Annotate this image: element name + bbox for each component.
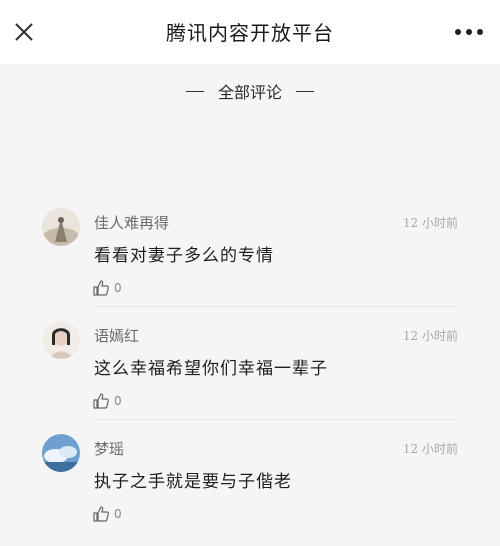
more-button[interactable] xyxy=(452,22,486,42)
comment-username[interactable]: 梦瑶 xyxy=(94,438,124,459)
comments-section-header: 全部评论 xyxy=(0,76,500,106)
avatar[interactable] xyxy=(42,321,80,359)
top-bar: 腾讯内容开放平台 xyxy=(0,0,500,64)
divider xyxy=(94,306,458,307)
like-button[interactable]: 0 xyxy=(92,504,122,524)
comment-content: 看看对妻子多么的专情 xyxy=(94,246,274,266)
avatar[interactable] xyxy=(42,434,80,472)
divider xyxy=(94,419,458,420)
like-button[interactable]: 0 xyxy=(92,278,122,298)
more-icon xyxy=(455,29,483,35)
like-count: 0 xyxy=(114,281,122,295)
page-title: 腾讯内容开放平台 xyxy=(166,21,334,45)
left-dash xyxy=(185,90,204,92)
avatar[interactable] xyxy=(42,208,80,246)
like-button[interactable]: 0 xyxy=(92,391,122,411)
comment-username[interactable]: 佳人难再得 xyxy=(94,212,169,233)
section-title: 全部评论 xyxy=(217,83,282,102)
thumbs-up-icon xyxy=(93,393,109,409)
comment-username[interactable]: 语嫣红 xyxy=(94,325,139,346)
thumbs-up-icon xyxy=(93,506,109,522)
comment-time: 12 小时前 xyxy=(402,442,458,456)
comment-content: 这么幸福希望你们幸福一辈子 xyxy=(94,359,328,379)
right-dash xyxy=(296,90,314,92)
comment-time: 12 小时前 xyxy=(402,329,458,343)
comment-content: 执子之手就是要与子偕老 xyxy=(94,472,292,492)
comment-item: 梦瑶 12 小时前 执子之手就是要与子偕老 0 xyxy=(0,434,500,546)
like-count: 0 xyxy=(114,394,122,408)
thumbs-up-icon xyxy=(93,280,109,296)
comment-time: 12 小时前 xyxy=(402,216,458,230)
like-count: 0 xyxy=(114,507,122,521)
comment-item: 语嫣红 12 小时前 这么幸福希望你们幸福一辈子 0 xyxy=(0,321,500,433)
comment-item: 佳人难再得 12 小时前 看看对妻子多么的专情 0 xyxy=(0,208,500,320)
